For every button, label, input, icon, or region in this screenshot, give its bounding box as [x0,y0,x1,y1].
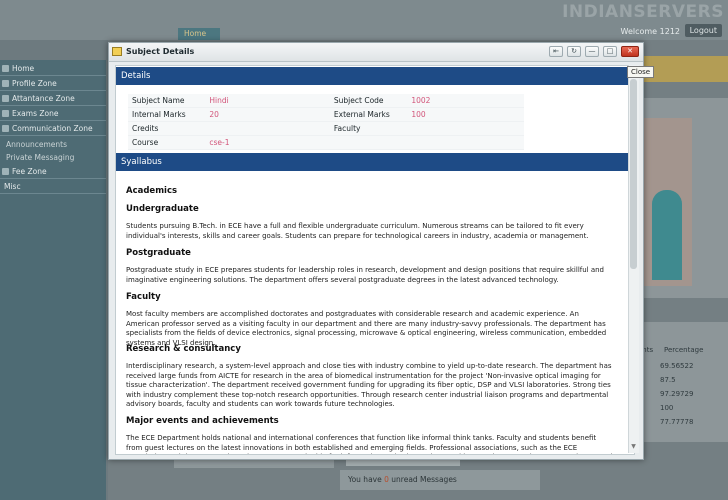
close-tooltip: Close [627,66,655,78]
folder-icon [112,47,122,56]
table-row: Internal Marks 20 External Marks 100 [128,107,524,122]
academics-heading: Academics [126,186,178,196]
internal-marks-label: Internal Marks [128,107,206,122]
sidebar-item-label: Profile Zone [12,79,57,88]
sidebar-item-label: Home [12,64,35,73]
sidebar-item-home[interactable]: Home [0,62,106,76]
pin-icon: ⇤ [553,47,559,55]
sidebar-item-fee-zone[interactable]: Fee Zone [0,165,106,179]
close-button[interactable]: ✕ [621,46,639,57]
table-cell: 97.29729 [660,390,694,398]
faculty-text: Most faculty members are accomplished do… [126,310,607,347]
profile-icon [2,80,9,87]
unread-prefix: You have [348,475,382,484]
maximize-icon: □ [606,47,614,55]
dialog-content: Details Subject Name Hindi Subject Code … [115,65,635,455]
unread-messages-bar: You have 0 unread Messages [340,470,540,490]
sidebar-item-exams-zone[interactable]: Exams Zone [0,107,106,121]
table-row: Credits Faculty [128,121,524,136]
table-cell: 100 [660,404,674,412]
dialog-title-bar[interactable]: Subject Details ⇤ ↻ — □ ✕ [109,43,643,62]
details-table: Subject Name Hindi Subject Code 1002 Int… [128,94,524,150]
brand-logo: INDIANSERVERS [562,2,724,22]
refresh-icon: ↻ [571,47,577,55]
external-marks-label: External Marks [329,107,408,122]
faculty-label: Faculty [329,121,408,136]
subject-details-dialog: Subject Details ⇤ ↻ — □ ✕ Details Subjec… [108,42,644,460]
research-heading: Research & consultancy [126,344,241,354]
sidebar-item-communication-zone[interactable]: Communication Zone [0,122,106,136]
table-row: Subject Name Hindi Subject Code 1002 [128,94,524,108]
sidebar-item-label: Communication Zone [12,124,93,133]
profile-photo-figure [652,190,682,280]
app-header: INDIANSERVERS Welcome 1212 Logout Home [0,0,728,40]
home-icon [2,65,9,72]
exams-icon [2,110,9,117]
welcome-text: Welcome 1212 [620,27,681,36]
logout-button[interactable]: Logout [684,24,722,37]
course-label: Course [128,135,206,150]
unread-count: 0 [384,475,389,484]
postgraduate-text: Postgraduate study in ECE prepares stude… [126,266,605,284]
refresh-button[interactable]: ↻ [567,46,581,57]
syllabus-header: Syallabus [116,153,634,171]
internal-marks-value: 20 [205,107,330,122]
sidebar-item-attantance-zone[interactable]: Attantance Zone [0,92,106,106]
sidebar-sub-private-messaging[interactable]: Private Messaging [6,153,74,162]
faculty-heading: Faculty [126,292,161,302]
unread-suffix: unread Messages [391,475,457,484]
scrollbar-thumb[interactable] [630,79,637,269]
maximize-button[interactable]: □ [603,46,617,57]
fee-icon [2,168,9,175]
sidebar-item-label: Fee Zone [12,167,47,176]
tab-home[interactable]: Home [178,28,220,40]
scroll-down-icon[interactable]: ▼ [630,443,637,450]
sidebar-item-misc[interactable]: Misc [0,180,106,194]
course-value: cse-1 [205,135,330,150]
close-icon: ✕ [627,47,633,55]
details-header: Details [116,67,634,85]
minimize-icon: — [588,47,596,55]
dialog-title: Subject Details [126,47,195,56]
communication-icon [2,125,9,132]
sidebar-item-label: Exams Zone [12,109,59,118]
undergraduate-heading: Undergraduate [126,204,199,214]
undergraduate-text: Students pursuing B.Tech. in ECE have a … [126,222,589,240]
sidebar-item-profile-zone[interactable]: Profile Zone [0,77,106,91]
sidebar: Home Profile Zone Attantance Zone Exams … [0,60,106,500]
pin-button[interactable]: ⇤ [549,46,563,57]
credits-value [205,121,330,136]
subject-code-value: 1002 [407,94,524,108]
credits-label: Credits [128,121,206,136]
external-marks-value: 100 [407,107,524,122]
table-cell: 69.56522 [660,362,694,370]
research-text: Interdisciplinary research, a system-lev… [126,362,612,409]
sidebar-item-label: Attantance Zone [12,94,75,103]
dialog-scrollbar[interactable]: ▲ ▼ [628,65,639,453]
postgraduate-heading: Postgraduate [126,248,191,258]
events-heading: Major events and achievements [126,416,279,426]
attendance-icon [2,95,9,102]
sidebar-item-label: Misc [4,182,21,191]
empty-cell [407,135,524,150]
empty-cell [329,135,408,150]
events-text: The ECE Department holds national and in… [126,434,613,454]
table-cell: 77.77778 [660,418,694,426]
subject-name-value: Hindi [205,94,330,108]
faculty-value [407,121,524,136]
subject-code-label: Subject Code [329,94,408,108]
minimize-button[interactable]: — [585,46,599,57]
sidebar-sub-announcements[interactable]: Announcements [6,140,67,149]
subject-name-label: Subject Name [128,94,206,108]
table-cell: 87.5 [660,376,676,384]
table-row: Course cse-1 [128,135,524,150]
table-header-percentage: Percentage [664,346,704,354]
